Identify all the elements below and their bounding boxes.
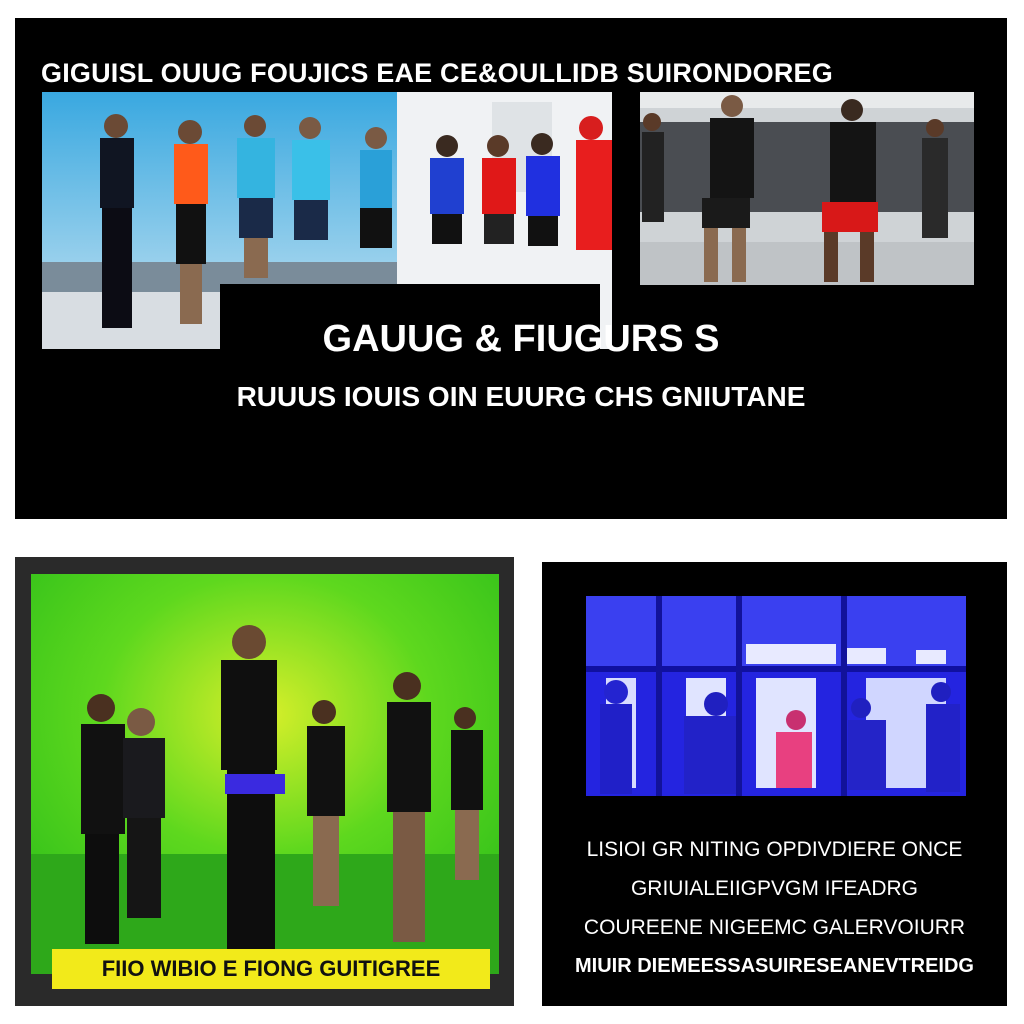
caption-bar: FIIO WIBIO E FIONG GUITIGREE	[52, 949, 490, 989]
text-line: COUREENE NIGEEMC GALERVOIURR	[583, 916, 966, 939]
text-line: MIUIR DIEMEESSASUIRESEANEVTREIDG	[575, 955, 974, 977]
headline: GAUUG & FIUGURS S	[322, 318, 720, 360]
blue-window-panel: LISIOI GR NITING OPDIVDIERE ONCE GRIUIAL…	[542, 562, 1007, 1006]
description-text: LISIOI GR NITING OPDIVDIERE ONCE GRIUIAL…	[542, 830, 1007, 986]
top-banner-panel: GIGUISL OUUG FOUJICS EAE CE&OULLIDB SUIR…	[15, 18, 1007, 519]
text-line: LISIOI GR NITING OPDIVDIERE ONCE	[586, 838, 963, 861]
warehouse-dance-photo	[640, 92, 974, 285]
blue-window-photo	[586, 596, 966, 796]
banner-title: GIGUISL OUUG FOUJICS EAE CE&OULLIDB SUIR…	[41, 58, 833, 88]
subheadline: RUUUS IOUIS OIN EUURG CHS GNIUTANE	[236, 381, 806, 412]
green-screen-photo	[31, 574, 499, 974]
text-line: GRIUIALEIIGPVGM IFEADRG	[630, 877, 919, 900]
green-screen-panel: FIIO WIBIO E FIONG GUITIGREE	[15, 557, 514, 1006]
